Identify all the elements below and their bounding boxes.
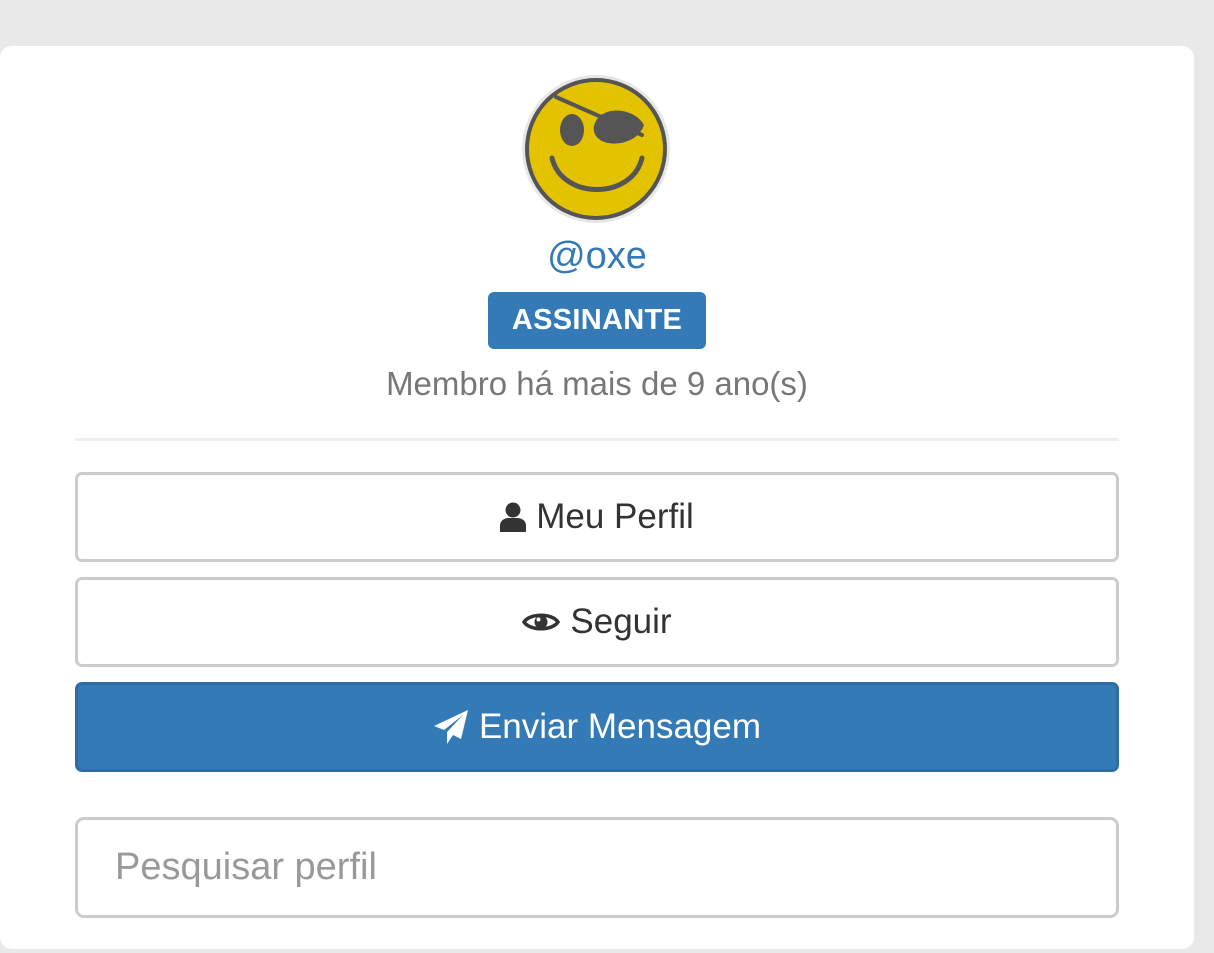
avatar[interactable]: [522, 75, 670, 223]
username-link[interactable]: @oxe: [0, 234, 1194, 278]
eye-icon: [522, 610, 561, 634]
follow-button[interactable]: Seguir: [75, 577, 1119, 667]
my-profile-button[interactable]: Meu Perfil: [75, 472, 1119, 562]
search-profile-input[interactable]: [75, 817, 1119, 918]
divider: [75, 438, 1119, 441]
send-message-label: Enviar Mensagem: [478, 707, 762, 746]
profile-card: @oxe ASSINANTE Membro há mais de 9 ano(s…: [0, 46, 1194, 949]
paper-plane-icon: [433, 709, 469, 745]
user-icon: [500, 502, 527, 532]
pirate-smiley-icon: [525, 78, 667, 220]
my-profile-label: Meu Perfil: [536, 497, 694, 536]
send-message-button[interactable]: Enviar Mensagem: [75, 682, 1119, 772]
member-since-text: Membro há mais de 9 ano(s): [386, 365, 808, 402]
follow-label: Seguir: [570, 602, 672, 641]
subscriber-badge: ASSINANTE: [488, 292, 706, 349]
